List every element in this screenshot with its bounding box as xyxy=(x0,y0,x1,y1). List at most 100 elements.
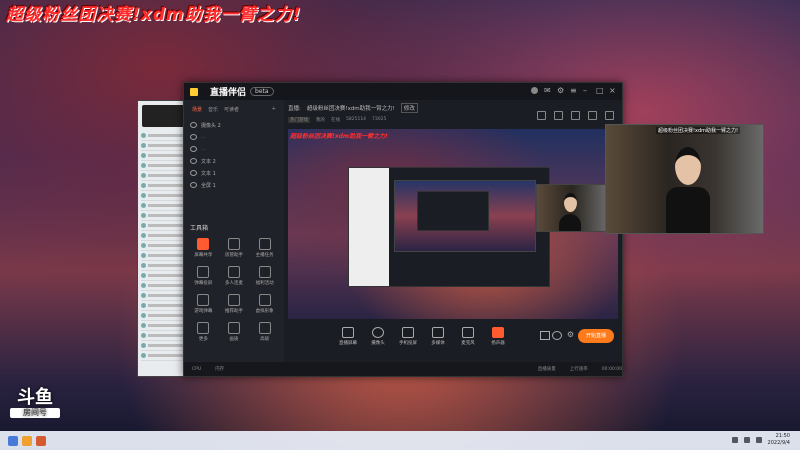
tool-multi-mic[interactable]: 多人连麦 xyxy=(219,266,250,286)
list-item[interactable] xyxy=(141,281,185,291)
tool-advanced[interactable]: 高级 xyxy=(249,322,280,342)
tool-more[interactable]: 更多 xyxy=(188,322,219,342)
phone-cast-button[interactable]: 手机投屏 xyxy=(398,327,418,346)
tab-readers[interactable]: 可读者 xyxy=(224,106,239,113)
eye-icon[interactable] xyxy=(190,170,197,176)
douyu-logo-text: 斗鱼 xyxy=(17,387,53,408)
bell-icon[interactable] xyxy=(588,111,597,120)
phone-icon xyxy=(402,327,414,338)
scene-item[interactable]: 文本 1 xyxy=(184,167,284,179)
chevron-up-icon[interactable] xyxy=(731,437,738,443)
list-item[interactable] xyxy=(141,331,185,341)
list-item[interactable] xyxy=(141,181,185,191)
list-item[interactable] xyxy=(141,271,185,281)
upload-label: 上行速率 xyxy=(569,367,588,372)
list-item[interactable] xyxy=(141,161,185,171)
network-icon[interactable] xyxy=(743,437,750,443)
list-item[interactable] xyxy=(141,251,185,261)
close-icon[interactable]: × xyxy=(609,87,616,95)
list-item[interactable] xyxy=(141,151,185,161)
sidebar: 场景 音乐 可读者 + 摄像头 2 ... ... 文本 2 文本 1 全屏 1… xyxy=(184,100,284,376)
scene-item[interactable]: ... xyxy=(184,143,284,155)
tool-welfare[interactable]: 福利活动 xyxy=(249,266,280,286)
list-item[interactable] xyxy=(141,321,185,331)
list-item[interactable] xyxy=(141,301,185,311)
list-item[interactable] xyxy=(141,131,185,141)
eye-icon[interactable] xyxy=(190,146,197,152)
tab-music[interactable]: 音乐 xyxy=(208,106,218,113)
avatar-icon xyxy=(258,294,271,306)
mail-icon[interactable]: ✉ xyxy=(544,87,551,95)
camera-button[interactable]: 摄像头 xyxy=(368,327,388,346)
list-item[interactable] xyxy=(141,351,185,361)
eye-icon[interactable] xyxy=(190,182,197,188)
volume-icon[interactable] xyxy=(755,437,762,443)
add-icon[interactable]: + xyxy=(272,106,276,113)
microphone-button[interactable]: 麦克风 xyxy=(458,327,478,346)
scene-item[interactable]: 全屏 1 xyxy=(184,179,284,191)
tool-danmaku[interactable]: 弹幕投屏 xyxy=(188,266,219,286)
microphone-icon xyxy=(462,327,474,338)
scene-item[interactable]: 摄像头 2 xyxy=(184,119,284,131)
video-icon[interactable] xyxy=(540,331,550,340)
tool-avatar[interactable]: 虚拟形象 xyxy=(249,294,280,314)
avatar-icon[interactable] xyxy=(531,87,538,94)
screenshot-icon[interactable] xyxy=(554,111,563,120)
media-button[interactable]: 多媒体 xyxy=(428,327,448,346)
start-icon[interactable] xyxy=(8,435,18,446)
tool-room-assistant[interactable]: 房管助手 xyxy=(219,238,250,258)
menu-icon[interactable]: ≡ xyxy=(570,87,577,95)
list-item[interactable] xyxy=(141,141,185,151)
list-item[interactable] xyxy=(141,191,185,201)
list-item[interactable] xyxy=(141,341,185,351)
tool-tasks[interactable]: 主播任务 xyxy=(249,238,280,258)
list-item[interactable] xyxy=(141,211,185,221)
speaker-button[interactable]: 扬声器 xyxy=(488,327,508,346)
app-icon[interactable] xyxy=(36,435,46,446)
list-item[interactable] xyxy=(141,171,185,181)
edit-title-button[interactable]: 修改 xyxy=(400,103,418,113)
list-item[interactable] xyxy=(141,311,185,321)
scene-item[interactable]: ... xyxy=(184,131,284,143)
category-tag[interactable]: 热门游戏 xyxy=(288,117,310,123)
scene-item[interactable]: 文本 2 xyxy=(184,155,284,167)
tool-recommend[interactable]: 推荐助手 xyxy=(219,294,250,314)
expand-icon[interactable] xyxy=(605,111,614,120)
star-icon xyxy=(227,294,240,306)
screen-capture-button[interactable]: 直播屏幕 xyxy=(338,327,358,346)
list-item[interactable] xyxy=(141,241,185,251)
go-live-button[interactable]: 开始直播 xyxy=(578,329,614,343)
version-badge[interactable]: beta xyxy=(250,87,274,96)
quality-label: 直播质量 xyxy=(537,367,556,372)
eye-icon[interactable] xyxy=(190,122,197,128)
list-item[interactable] xyxy=(141,231,185,241)
list-item[interactable] xyxy=(141,221,185,231)
tool-game-danmaku[interactable]: 游戏弹幕 xyxy=(188,294,219,314)
folder-icon[interactable] xyxy=(22,435,32,446)
eye-icon[interactable] xyxy=(190,158,197,164)
clock[interactable]: 21:50 2022/9/4 xyxy=(768,433,790,447)
record-icon[interactable] xyxy=(571,111,580,120)
settings-icon[interactable]: ⚙ xyxy=(557,87,564,95)
eye-icon[interactable] xyxy=(190,134,197,140)
minimize-icon[interactable]: – xyxy=(583,87,590,95)
douyu-watermark: 斗鱼 房间号 xyxy=(10,388,60,418)
lock-icon[interactable] xyxy=(537,111,546,120)
app-logo-icon xyxy=(190,87,198,96)
title-bar: 直播伴侣 beta ✉ ⚙ ≡ – □ × xyxy=(184,83,622,100)
background-window[interactable] xyxy=(137,100,189,377)
memory-label: 内存 xyxy=(215,367,225,372)
gear-icon[interactable]: ⚙ xyxy=(567,330,574,339)
tool-quality[interactable]: 画质 xyxy=(219,322,250,342)
clock-time: 21:50 xyxy=(775,433,790,439)
gamepad-icon xyxy=(197,294,210,306)
maximize-icon[interactable]: □ xyxy=(596,87,604,95)
list-item[interactable] xyxy=(141,201,185,211)
eye-toggle-icon[interactable] xyxy=(552,331,562,340)
play-icon xyxy=(432,327,444,338)
tab-scenes[interactable]: 场景 xyxy=(192,106,202,113)
tool-screen-share[interactable]: 屏幕共享 xyxy=(188,238,219,258)
room-number-label: 房间号 xyxy=(10,408,60,418)
list-item[interactable] xyxy=(141,291,185,301)
list-item[interactable] xyxy=(141,261,185,271)
